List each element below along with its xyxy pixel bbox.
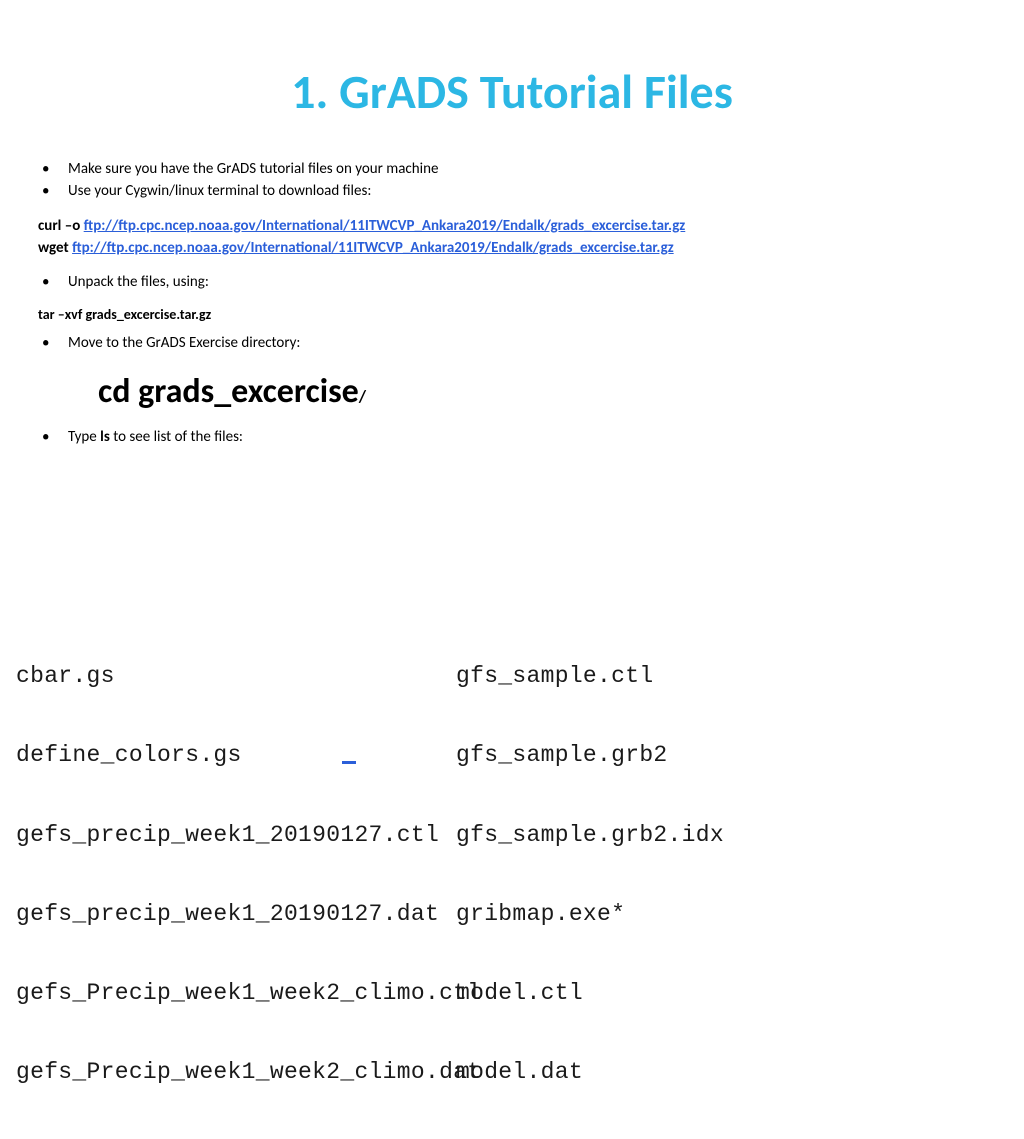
file-name: model.dat	[456, 1059, 583, 1085]
curl-link[interactable]: ftp://ftp.cpc.ncep.noaa.gov/Internationa…	[84, 217, 686, 235]
ls-cmd: ls	[100, 428, 110, 446]
file-name: gfs_sample.ctl	[456, 663, 653, 689]
tar-command: tar –xvf grads_excercise.tar.gz	[38, 306, 986, 325]
file-name: cbar.gs	[16, 663, 456, 689]
file-name: gefs_precip_week1_20190127.ctl	[16, 822, 456, 848]
file-name: gribmap.exe*	[456, 901, 625, 927]
file-listing: cbar.gsgfs_sample.ctl define_colors.gsgf…	[16, 610, 1008, 1139]
ls-pre: Type	[68, 428, 100, 446]
file-name: gefs_precip_week1_20190127.dat	[16, 901, 456, 927]
bullet-group-3: Move to the GrADS Exercise directory:	[38, 333, 986, 353]
content-body: Make sure you have the GrADS tutorial fi…	[0, 159, 1024, 448]
wget-prefix: wget	[38, 239, 72, 257]
cd-command: cd grads_excercise/	[38, 369, 986, 415]
bullet-item: Use your Cygwin/linux terminal to downlo…	[38, 181, 986, 201]
bullet-group-1: Make sure you have the GrADS tutorial fi…	[38, 159, 986, 202]
wget-command: wget ftp://ftp.cpc.ncep.noaa.gov/Interna…	[38, 238, 986, 258]
file-name: gefs_Precip_week1_week2_climo.ctl	[16, 980, 456, 1006]
ls-post: to see list of the files:	[110, 428, 243, 446]
bullet-item: Unpack the files, using:	[38, 272, 986, 292]
underline-mark	[342, 761, 356, 764]
tar-file: grads_excercise.tar.gz	[86, 306, 212, 323]
tar-cmd: tar –xvf	[38, 306, 86, 323]
file-name: gfs_sample.grb2	[456, 742, 668, 768]
bullet-group-2: Unpack the files, using:	[38, 272, 986, 292]
file-name: define_colors.gs	[16, 742, 456, 768]
curl-prefix: curl –o	[38, 217, 84, 235]
file-name: model.ctl	[456, 980, 583, 1006]
wget-link[interactable]: ftp://ftp.cpc.ncep.noaa.gov/Internationa…	[72, 239, 674, 257]
page-title: 1. GrADS Tutorial Files	[0, 62, 1024, 121]
file-name: gfs_sample.grb2.idx	[456, 822, 724, 848]
file-name: gefs_Precip_week1_week2_climo.dat	[16, 1059, 456, 1085]
cd-text: cd grads_excercise	[98, 371, 359, 412]
curl-command: curl –o ftp://ftp.cpc.ncep.noaa.gov/Inte…	[38, 216, 986, 236]
cd-slash: /	[359, 386, 366, 407]
bullet-group-4: Type ls to see list of the files:	[38, 427, 986, 447]
bullet-item: Type ls to see list of the files:	[38, 427, 986, 447]
bullet-item: Make sure you have the GrADS tutorial fi…	[38, 159, 986, 179]
bullet-item: Move to the GrADS Exercise directory:	[38, 333, 986, 353]
